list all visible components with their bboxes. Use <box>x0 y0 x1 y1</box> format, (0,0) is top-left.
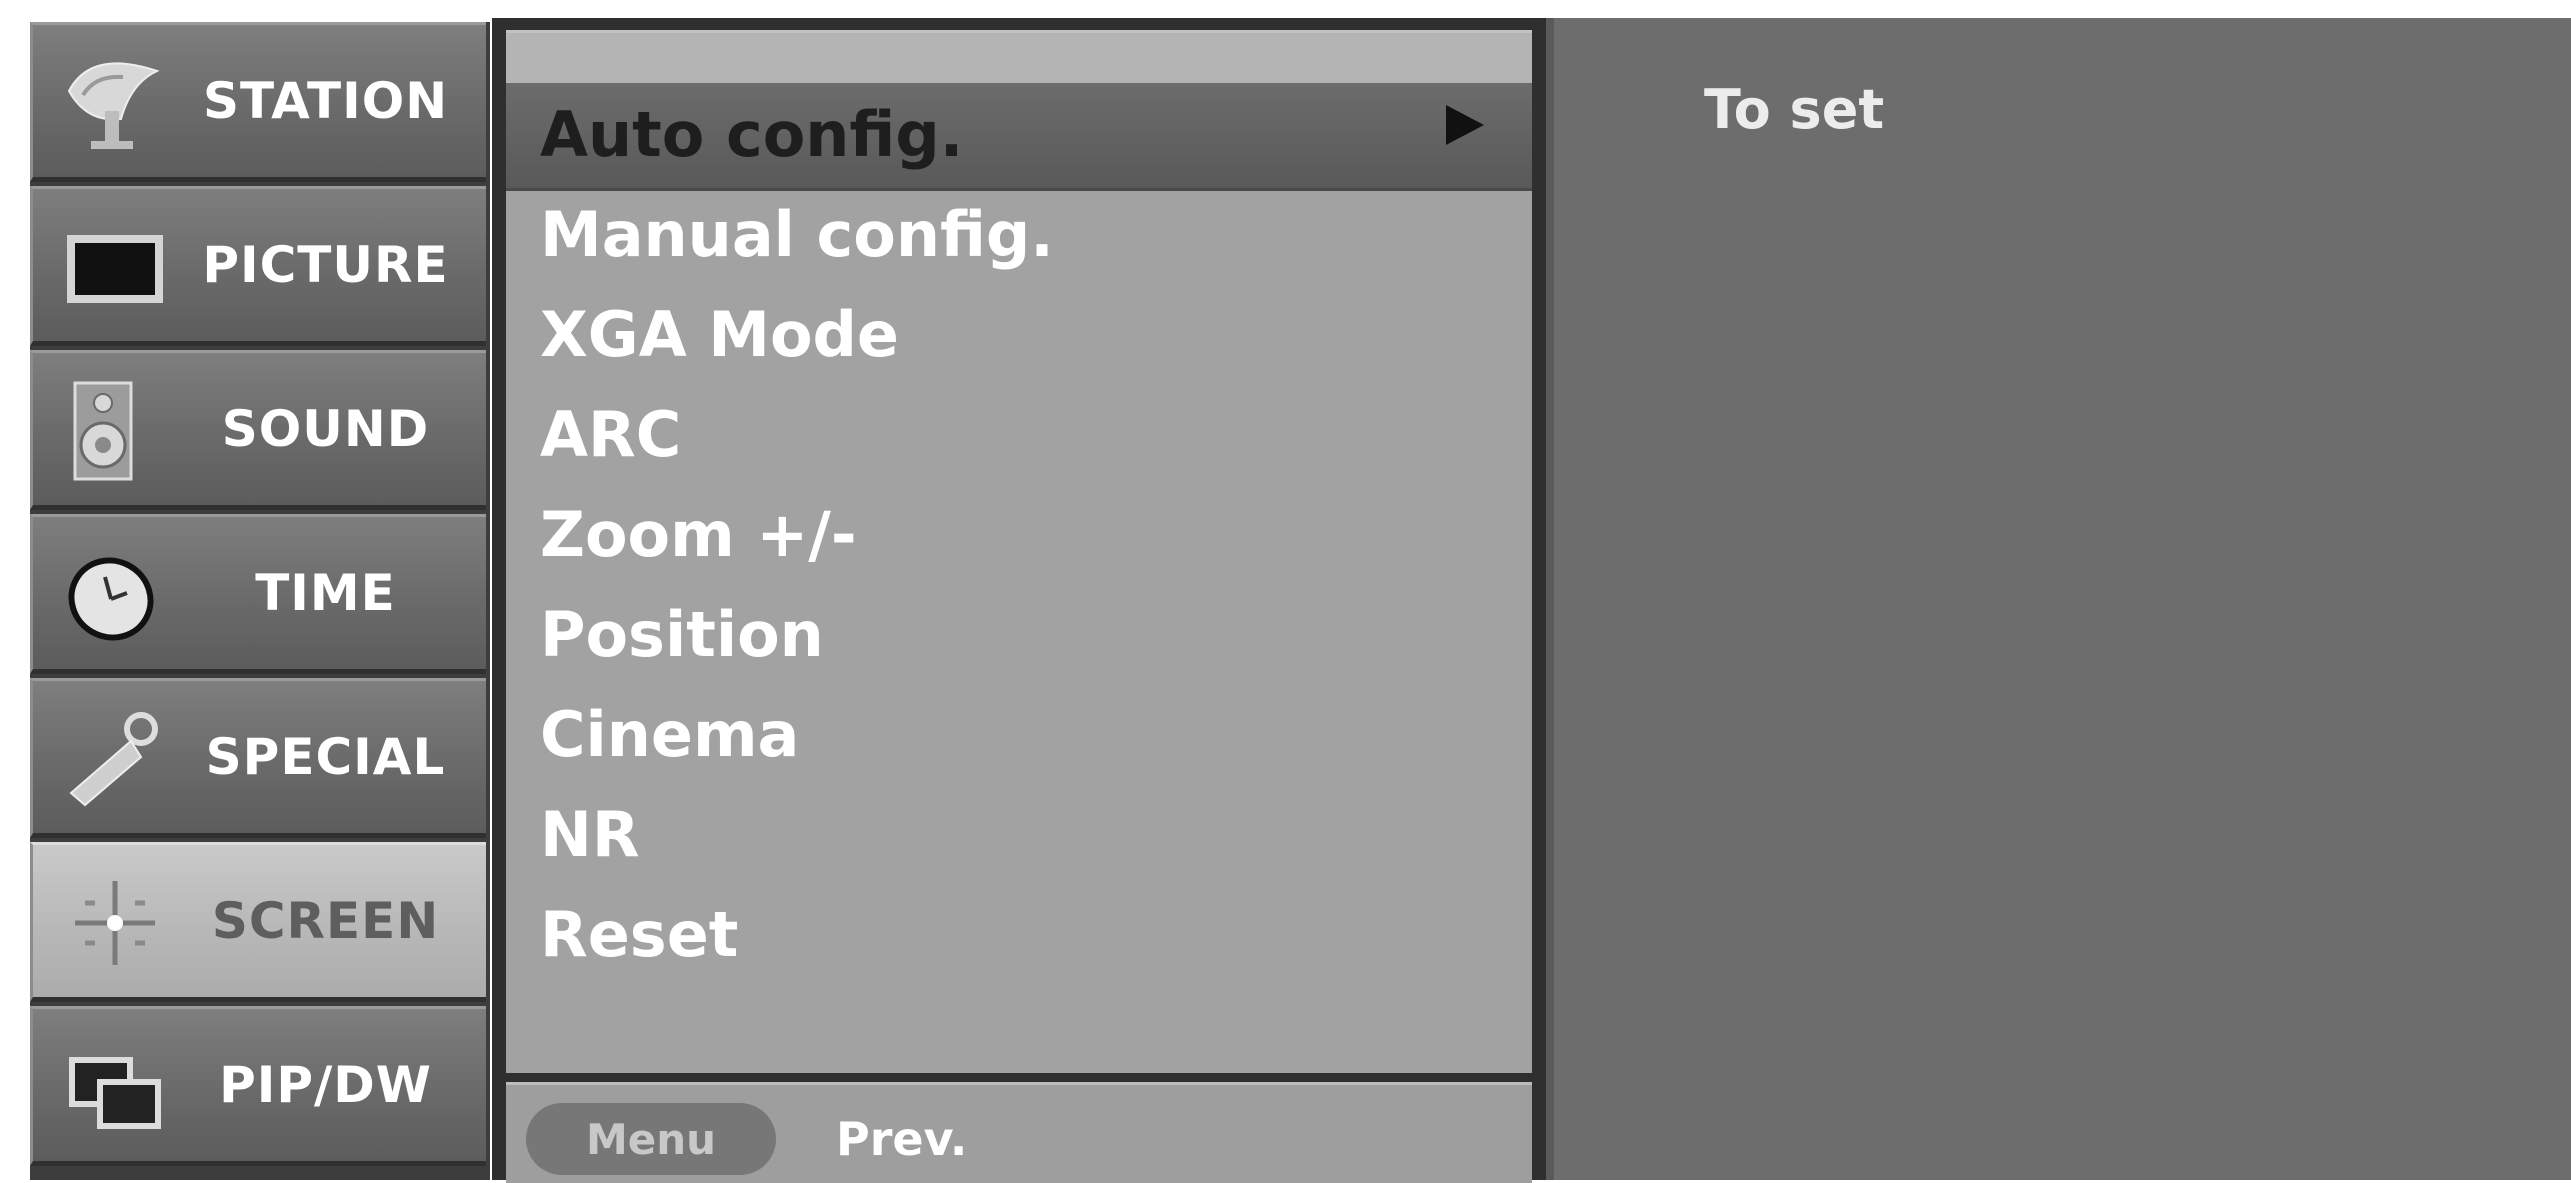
menu-item-cinema[interactable]: Cinema <box>540 685 799 785</box>
sidebar-item-special[interactable]: SPECIAL <box>30 678 486 838</box>
sidebar-item-label: SCREEN <box>211 892 440 950</box>
picture-screen-icon <box>61 217 171 317</box>
sidebar-item-label: STATION <box>202 72 449 130</box>
sidebar-item-label: PIP/DW <box>219 1056 432 1114</box>
clock-icon <box>61 545 171 645</box>
key-icon <box>61 709 171 809</box>
menu-item-auto-config[interactable]: Auto config. <box>540 85 963 185</box>
menu-item-nr[interactable]: NR <box>540 785 640 885</box>
sidebar-item-label: TIME <box>255 564 396 622</box>
menu-item-reset[interactable]: Reset <box>540 885 738 985</box>
sidebar-item-sound[interactable]: SOUND <box>30 350 486 510</box>
menu-item-zoom[interactable]: Zoom +/- <box>540 485 857 585</box>
sidebar-item-pip-dw[interactable]: PIP/DW <box>30 1006 486 1166</box>
sidebar-item-station[interactable]: STATION <box>30 22 486 182</box>
pip-windows-icon <box>61 1037 171 1137</box>
submenu-top-strip <box>506 33 1532 83</box>
sidebar-item-label: SPECIAL <box>205 728 446 786</box>
sidebar-item-label: SOUND <box>221 400 430 458</box>
speaker-icon <box>61 381 171 481</box>
help-panel: To set <box>1546 18 2571 1180</box>
sidebar-item-label: PICTURE <box>202 236 449 294</box>
prev-label: Prev. <box>836 1112 968 1166</box>
tv-osd-menu: STATION PICTURE SOUND TIME SPECIAL SCREE… <box>0 0 2571 1183</box>
help-text: To set <box>1704 78 1885 141</box>
menu-item-xga-mode[interactable]: XGA Mode <box>540 285 899 385</box>
menu-item-manual-config[interactable]: Manual config. <box>540 185 1054 285</box>
screen-adjust-icon <box>61 873 171 973</box>
menu-item-arc[interactable]: ARC <box>540 385 681 485</box>
submenu-footer: Menu Prev. <box>506 1082 1532 1183</box>
menu-item-position[interactable]: Position <box>540 585 824 685</box>
sidebar-item-screen[interactable]: SCREEN <box>30 842 486 1002</box>
sidebar-item-time[interactable]: TIME <box>30 514 486 674</box>
menu-button[interactable]: Menu <box>526 1103 776 1175</box>
satellite-dish-icon <box>61 53 171 153</box>
sidebar-item-picture[interactable]: PICTURE <box>30 186 486 346</box>
category-sidebar: STATION PICTURE SOUND TIME SPECIAL SCREE… <box>30 22 490 1180</box>
submenu-list: Auto config. Manual config. XGA Mode ARC… <box>506 30 1532 1073</box>
play-arrow-icon <box>1446 105 1484 145</box>
screen-submenu: Auto config. Manual config. XGA Mode ARC… <box>492 18 1546 1183</box>
